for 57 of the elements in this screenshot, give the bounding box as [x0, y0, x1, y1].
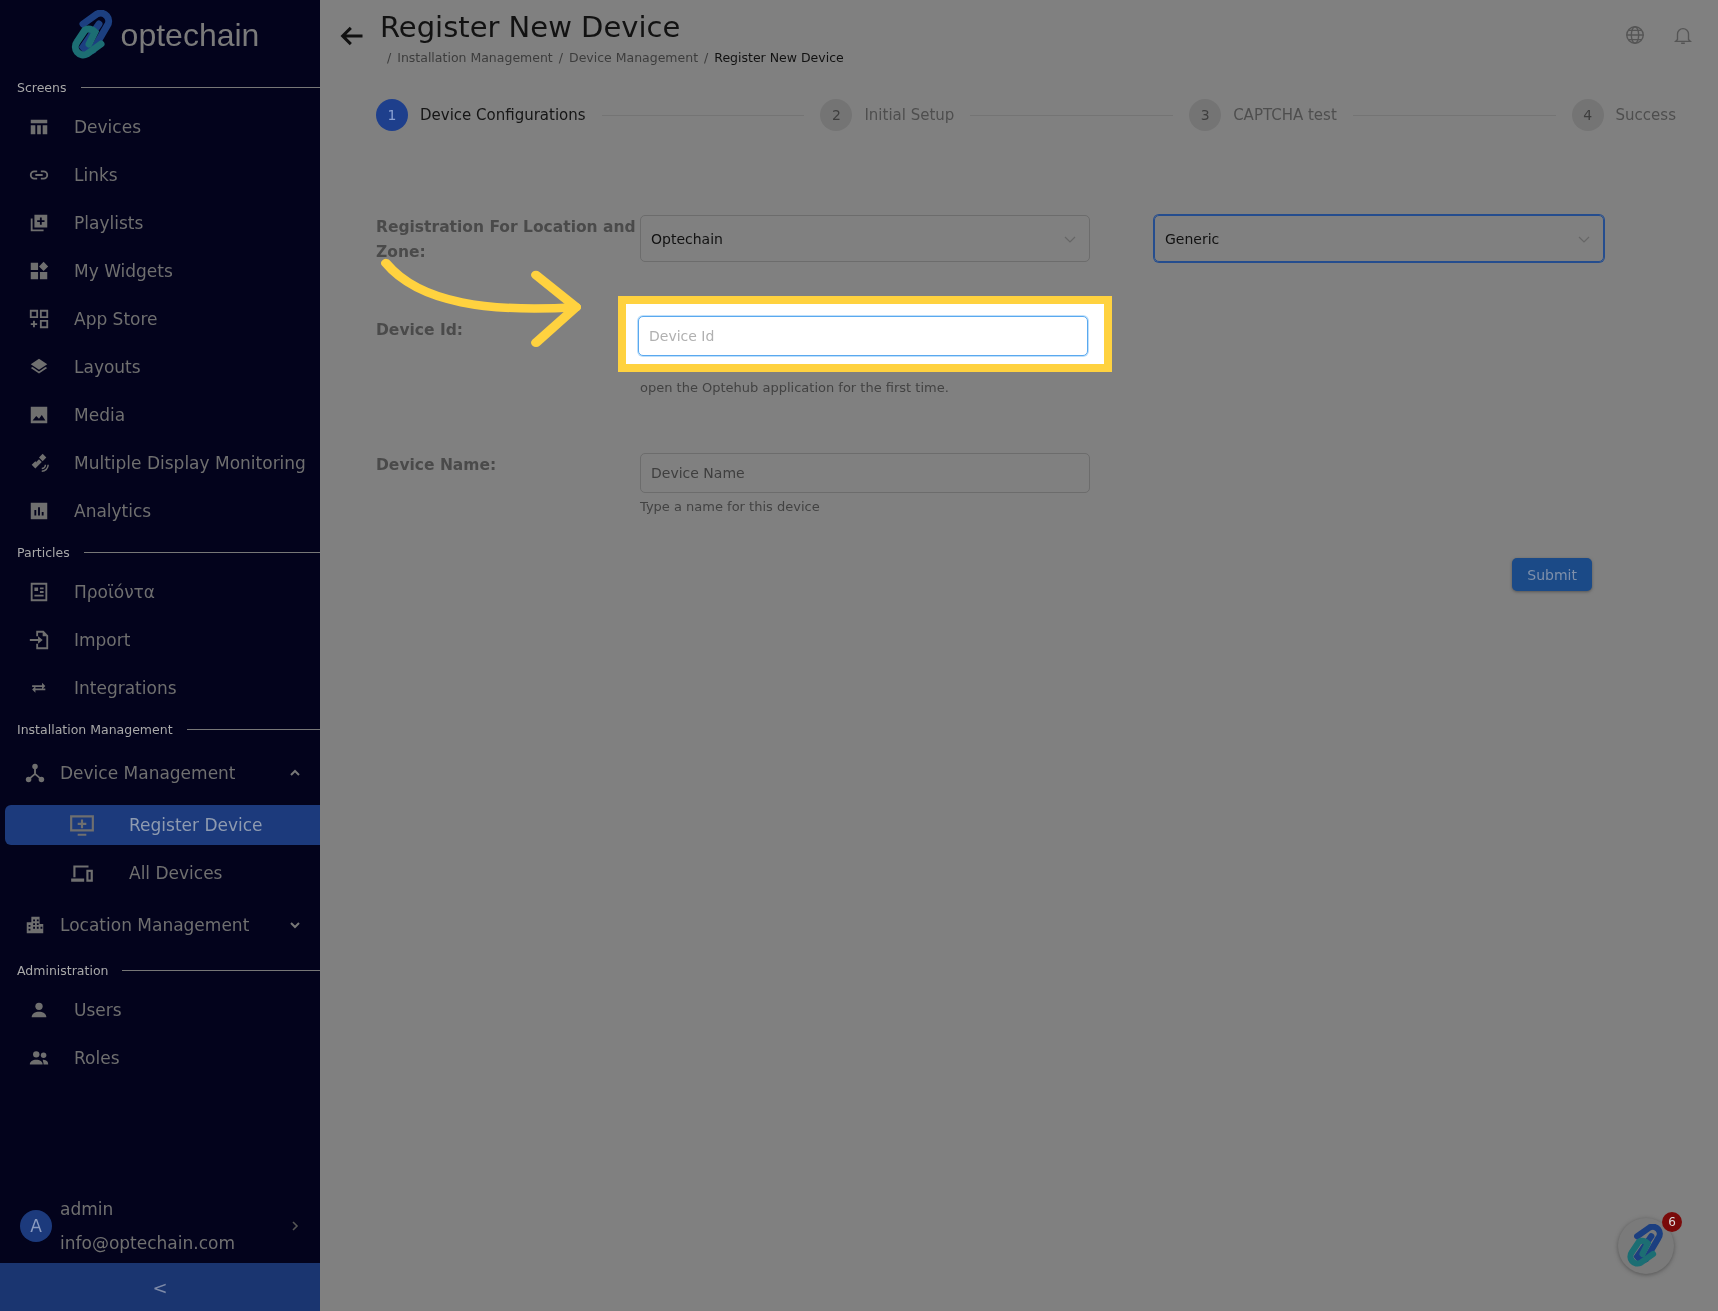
- sidebar-group[interactable]: Device Management: [0, 745, 320, 801]
- section-title: Particles: [17, 545, 70, 560]
- breadcrumb-separator: /: [387, 50, 392, 65]
- step-number: 1: [376, 99, 408, 131]
- breadcrumb-separator: /: [704, 50, 709, 65]
- sidebar-item[interactable]: Devices: [0, 103, 320, 151]
- bar-chart-icon: [28, 500, 50, 522]
- sidebar-group[interactable]: Location Management: [0, 897, 320, 953]
- section-title: Installation Management: [17, 722, 173, 737]
- building-icon: [24, 914, 46, 936]
- input-field[interactable]: Device Id: [638, 316, 1088, 356]
- sidebar-item[interactable]: Analytics: [0, 487, 320, 535]
- sidebar-item[interactable]: Integrations: [0, 664, 320, 712]
- user-name: admin: [60, 1199, 115, 1219]
- grid-icon: [28, 308, 50, 330]
- sidebar-item[interactable]: App Store: [0, 295, 320, 343]
- select-field[interactable]: Optechain: [640, 215, 1090, 262]
- image-icon: [28, 404, 50, 426]
- sidebar-item[interactable]: Roles: [0, 1034, 320, 1082]
- sidebar-item[interactable]: My Widgets: [0, 247, 320, 295]
- widgets-icon: [28, 260, 50, 282]
- sidebar-item[interactable]: Layouts: [0, 343, 320, 391]
- help-text: open the Optehub application for the first time.: [640, 380, 950, 395]
- globe-icon[interactable]: [1624, 24, 1646, 46]
- sidebar-item[interactable]: Users: [0, 986, 320, 1034]
- input-field[interactable]: Device Name: [640, 453, 1090, 493]
- breadcrumb-link[interactable]: Device Management: [569, 50, 699, 65]
- user-avatar[interactable]: A: [20, 1210, 52, 1242]
- chat-button[interactable]: [1618, 1218, 1674, 1274]
- sidebar-item[interactable]: Playlists: [0, 199, 320, 247]
- collapse-button[interactable]: <: [0, 1263, 320, 1311]
- sidebar-item[interactable]: Multiple Display Monitoring: [0, 439, 320, 487]
- sidebar-subitem[interactable]: All Devices: [5, 853, 320, 893]
- playlist-add-icon: [28, 212, 50, 234]
- submit-button[interactable]: Submit: [1512, 558, 1592, 591]
- help-text: Type a name for this device: [640, 499, 821, 514]
- sidebar-item[interactable]: Import: [0, 616, 320, 664]
- breadcrumb-link[interactable]: Installation Management: [397, 50, 553, 65]
- sidebar-item[interactable]: Links: [0, 151, 320, 199]
- sidebar-subitem[interactable]: Register Device: [5, 805, 320, 845]
- breadcrumb-separator: /: [558, 50, 563, 65]
- step[interactable]: 1 Device Configurations: [376, 99, 586, 131]
- select-field[interactable]: Generic: [1154, 215, 1604, 262]
- user-email: info@optechain.com: [60, 1233, 236, 1253]
- section-title: Screens: [17, 80, 67, 95]
- logo-text: optechain: [120, 16, 260, 54]
- chain-logo-icon: [1626, 1224, 1666, 1268]
- monitor-icon: [69, 812, 95, 838]
- document-icon: [28, 581, 50, 603]
- section-title: Administration: [17, 963, 109, 978]
- notification-badge: 6: [1662, 1212, 1682, 1232]
- network-icon: [24, 762, 46, 784]
- page-title: Register New Device: [380, 10, 682, 44]
- sidebar-item[interactable]: Προϊόντα: [0, 568, 320, 616]
- sidebar-item[interactable]: Media: [0, 391, 320, 439]
- logo-icon: [70, 10, 115, 60]
- file-import-icon: [28, 629, 50, 651]
